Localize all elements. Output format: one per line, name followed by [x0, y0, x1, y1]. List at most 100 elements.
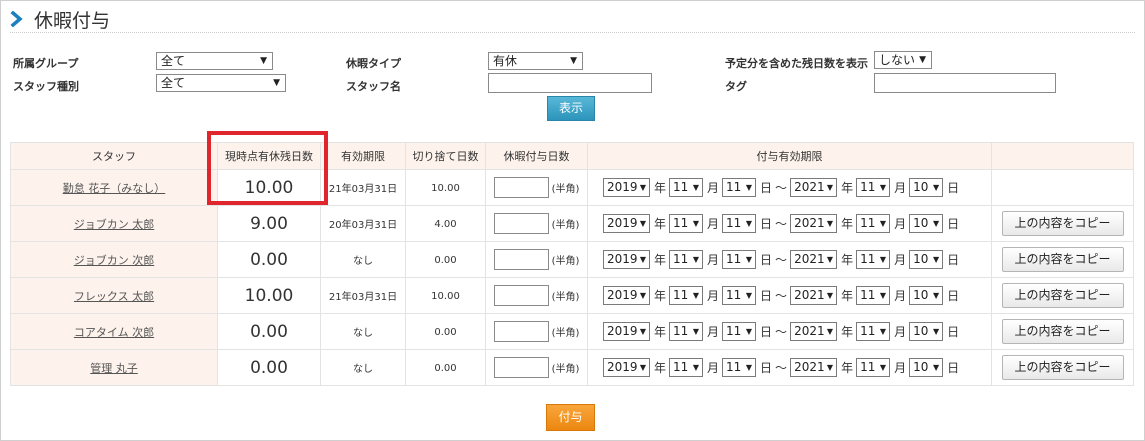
staff-name-link[interactable]: フレックス 太郎 [74, 290, 154, 303]
to-month-select[interactable]: 11 ▼ [856, 358, 891, 377]
triangle-down-icon: ▼ [879, 219, 887, 228]
from-year-select[interactable]: 2019 ▼ [603, 286, 650, 305]
to-month-select-value: 11 [860, 324, 876, 338]
to-day-select[interactable]: 10 ▼ [909, 178, 944, 197]
from-month-select[interactable]: 11 ▼ [669, 214, 704, 233]
unit-day: 日 [760, 325, 773, 339]
triangle-down-icon: ▼ [932, 291, 940, 300]
col-header-actions [991, 142, 1134, 170]
grant-days-input[interactable] [493, 177, 549, 198]
to-year-select[interactable]: 2021 ▼ [790, 178, 838, 197]
from-day-select[interactable]: 11 ▼ [722, 358, 757, 377]
grant-days-input[interactable] [493, 321, 549, 342]
from-month-select-value: 11 [673, 324, 689, 338]
hankaku-note: (半角) [551, 184, 580, 195]
table-row: フレックス 太郎 10.00 21年03月31日 10.00 (半角) 2019 ▼ 年 11 ▼… [10, 277, 1134, 314]
hankaku-note: (半角) [551, 328, 580, 339]
triangle-down-icon: ▼ [932, 363, 940, 372]
grant-days-input[interactable] [493, 357, 549, 378]
from-day-select[interactable]: 11 ▼ [722, 214, 757, 233]
page-header: 休暇付与 [10, 6, 110, 32]
truncated-cell: 0.00 [405, 349, 486, 386]
to-day-select[interactable]: 10 ▼ [909, 286, 944, 305]
from-month-select[interactable]: 11 ▼ [669, 358, 704, 377]
from-month-select[interactable]: 11 ▼ [669, 250, 704, 269]
triangle-down-icon: ▼ [639, 219, 646, 228]
to-year-select[interactable]: 2021 ▼ [790, 286, 838, 305]
to-day-select[interactable]: 10 ▼ [909, 250, 944, 269]
to-month-select[interactable]: 11 ▼ [856, 214, 891, 233]
from-month-select[interactable]: 11 ▼ [669, 178, 704, 197]
grant-days-cell: (半角) [485, 313, 588, 350]
staff-name-link[interactable]: 勤怠 花子（みなし） [63, 182, 166, 195]
grant-period-cell: 2019 ▼ 年 11 ▼ 月 11 ▼ 日～ 2021 ▼ 年 11 ▼ 月 10 ▼ 日 [587, 205, 992, 242]
to-year-select[interactable]: 2021 ▼ [790, 358, 838, 377]
expiry-cell: なし [320, 241, 406, 278]
from-day-select[interactable]: 11 ▼ [722, 286, 757, 305]
remaining-display-select[interactable]: しない ▼ [874, 51, 932, 69]
unit-year: 年 [654, 181, 667, 195]
tag-input[interactable] [874, 73, 1056, 93]
from-year-select[interactable]: 2019 ▼ [603, 358, 650, 377]
to-year-select[interactable]: 2021 ▼ [790, 250, 838, 269]
hankaku-note: (半角) [551, 292, 580, 303]
to-month-select[interactable]: 11 ▼ [856, 322, 891, 341]
to-year-select[interactable]: 2021 ▼ [790, 214, 838, 233]
staff-cell: コアタイム 次郎 [10, 313, 218, 350]
from-year-select[interactable]: 2019 ▼ [603, 250, 650, 269]
from-year-select-value: 2019 [607, 216, 638, 230]
staff-name-link[interactable]: ジョブカン 次郎 [74, 254, 155, 267]
from-day-select[interactable]: 11 ▼ [722, 178, 757, 197]
staff-name-link[interactable]: コアタイム 次郎 [74, 326, 154, 339]
staff-name-link[interactable]: 管理 丸子 [90, 362, 138, 375]
unit-year: 年 [841, 217, 854, 231]
from-month-select[interactable]: 11 ▼ [669, 322, 704, 341]
unit-year: 年 [654, 325, 667, 339]
to-day-select[interactable]: 10 ▼ [909, 214, 944, 233]
triangle-down-icon: ▼ [745, 291, 753, 300]
show-button[interactable]: 表示 [547, 96, 595, 121]
group-select[interactable]: 全て ▼ [156, 52, 273, 70]
from-day-select-value: 11 [726, 288, 742, 302]
highlight-box [207, 131, 328, 205]
to-day-select[interactable]: 10 ▼ [909, 358, 944, 377]
to-month-select[interactable]: 11 ▼ [856, 178, 891, 197]
grant-button[interactable]: 付与 [546, 404, 595, 431]
grant-days-input[interactable] [493, 213, 549, 234]
from-month-select-value: 11 [673, 180, 689, 194]
to-month-select[interactable]: 11 ▼ [856, 286, 891, 305]
copy-above-button[interactable]: 上の内容をコピー [1001, 247, 1124, 272]
staff-cell: フレックス 太郎 [10, 277, 218, 314]
from-year-select[interactable]: 2019 ▼ [603, 178, 650, 197]
copy-above-button[interactable]: 上の内容をコピー [1001, 211, 1124, 236]
range-separator: ～ [775, 325, 788, 339]
leave-type-select[interactable]: 有休 ▼ [488, 52, 583, 70]
from-year-select[interactable]: 2019 ▼ [603, 214, 650, 233]
unit-day: 日 [947, 289, 960, 303]
from-day-select[interactable]: 11 ▼ [722, 250, 757, 269]
table-row: ジョブカン 次郎 0.00 なし 0.00 (半角) 2019 ▼ 年 11 ▼ 月 11 ▼ 日～ 202… [10, 241, 1134, 278]
to-year-select[interactable]: 2021 ▼ [790, 322, 838, 341]
from-year-select[interactable]: 2019 ▼ [603, 322, 650, 341]
staff-type-select[interactable]: 全て ▼ [156, 74, 286, 92]
copy-above-button[interactable]: 上の内容をコピー [1001, 355, 1124, 380]
expiry-date: 20年03月31日 [328, 220, 398, 231]
staff-name-input[interactable] [488, 73, 652, 93]
from-day-select[interactable]: 11 ▼ [722, 322, 757, 341]
from-month-select[interactable]: 11 ▼ [669, 286, 704, 305]
staff-name-link[interactable]: ジョブカン 太郎 [74, 218, 155, 231]
truncated-days: 0.00 [434, 255, 457, 266]
to-day-select[interactable]: 10 ▼ [909, 322, 944, 341]
copy-above-button[interactable]: 上の内容をコピー [1001, 319, 1124, 344]
from-day-select-value: 11 [726, 180, 742, 194]
grant-days-input[interactable] [493, 249, 549, 270]
triangle-down-icon: ▼ [826, 183, 834, 192]
from-day-select-value: 11 [726, 216, 742, 230]
remaining-days: 0.00 [250, 321, 288, 342]
triangle-down-icon: ▼ [692, 219, 700, 228]
to-year-select-value: 2021 [794, 288, 825, 302]
to-month-select-value: 11 [860, 180, 876, 194]
to-month-select[interactable]: 11 ▼ [856, 250, 891, 269]
grant-days-input[interactable] [493, 285, 549, 306]
copy-above-button[interactable]: 上の内容をコピー [1001, 283, 1124, 308]
